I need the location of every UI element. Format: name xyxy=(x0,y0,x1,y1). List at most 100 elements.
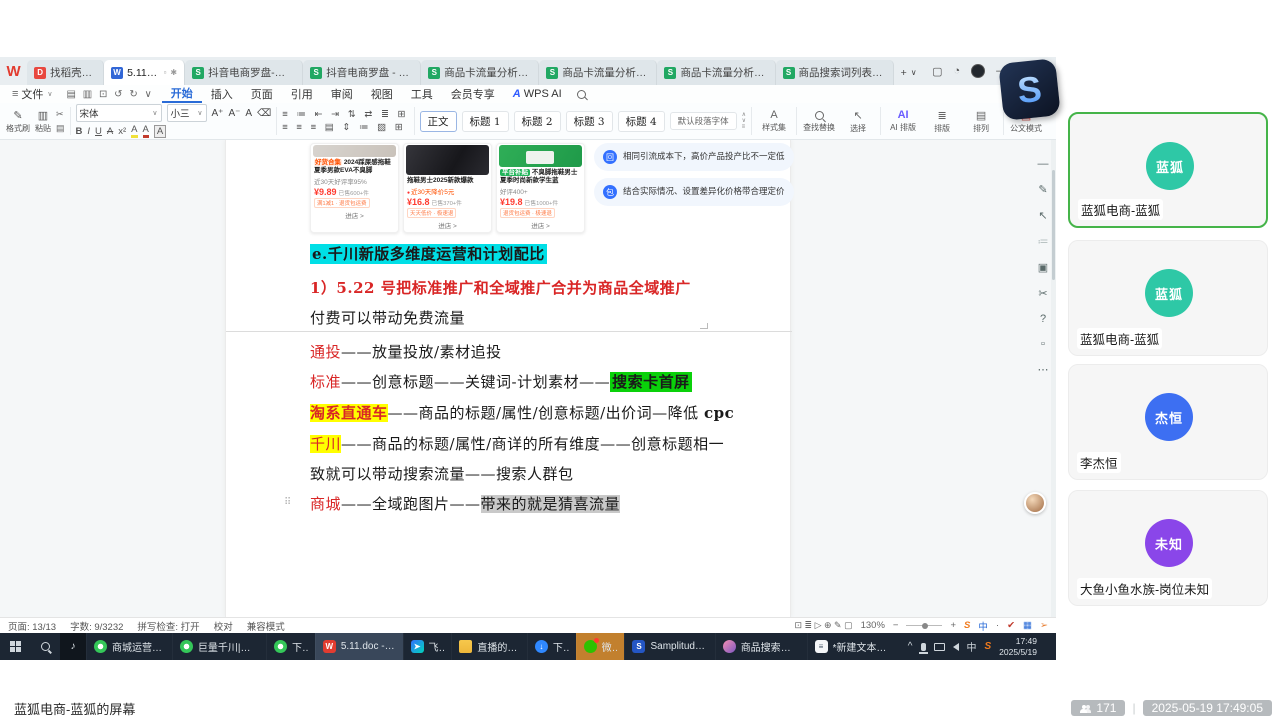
paragraph-icons-row-1[interactable]: ≡ ≔ ⇤ ⇥ ⇅ ⇄ ≣ ⊞ xyxy=(282,109,408,120)
clear-format-button[interactable]: ⌫ xyxy=(257,108,271,119)
menu-insert[interactable]: 插入 xyxy=(202,85,242,103)
participant-tile-4[interactable]: 未知 大鱼小鱼水族-岗位未知 xyxy=(1068,490,1268,606)
paragraph-drag-handle-icon[interactable]: ⠿ xyxy=(284,497,290,508)
character-shading-button[interactable]: A xyxy=(154,125,166,138)
style-heading-4[interactable]: 标题 4 xyxy=(618,111,665,132)
clock[interactable]: 17:49 2025/5/19 xyxy=(999,636,1037,656)
file-menu[interactable]: ≡ 文件 ∨ xyxy=(6,86,59,102)
grow-font-button[interactable]: A⁺ xyxy=(212,108,224,119)
vertical-scrollbar[interactable] xyxy=(1051,140,1056,617)
product-card-2[interactable]: 拖鞋男士2025新款爆款 近30天降价5元 ¥16.8已售370+件 天天低价 … xyxy=(403,143,492,233)
typeset-button[interactable]: ≣ 排版 xyxy=(925,109,959,134)
quick-access-icons[interactable]: ▤ ▥ ⊡ ↺ ↻ ∨ xyxy=(59,89,162,100)
settings-icon[interactable]: ≔ xyxy=(1038,235,1049,248)
menu-wps-ai[interactable]: A WPS AI xyxy=(504,88,571,100)
tab-layout-icon[interactable]: ▢ xyxy=(932,65,942,78)
style-heading-1[interactable]: 标题 1 xyxy=(462,111,509,132)
arrange-button[interactable]: ▤ 排列 xyxy=(964,109,998,134)
word-count[interactable]: 字数: 9/3232 xyxy=(70,619,123,633)
menu-tools[interactable]: 工具 xyxy=(402,85,442,103)
scissors-icon[interactable]: ✂ xyxy=(1038,287,1047,300)
enter-shop-link[interactable]: 进店 > xyxy=(314,210,395,220)
superscript-button[interactable]: x² xyxy=(118,126,126,137)
enter-shop-link[interactable]: 进店 > xyxy=(500,220,581,230)
menu-reference[interactable]: 引用 xyxy=(282,85,322,103)
ime-indicator-icon[interactable]: 中 xyxy=(978,619,988,633)
underline-button[interactable]: U xyxy=(95,126,102,137)
tab-sheet-6[interactable]: S 商品搜索词列表_统计... xyxy=(776,60,894,85)
menu-page[interactable]: 页面 xyxy=(242,85,282,103)
document-page[interactable]: 好货合集 2024踩屎感拖鞋夏季男款EVA不臭脚 近30天好评率95% ¥9.8… xyxy=(225,140,791,617)
start-button[interactable] xyxy=(0,633,30,660)
style-heading-2[interactable]: 标题 2 xyxy=(514,111,561,132)
ai-typeset-button[interactable]: AI AI 排版 xyxy=(886,109,920,133)
crop-icon[interactable]: ▫ xyxy=(1041,338,1045,350)
participant-tile-1[interactable]: 蓝狐 蓝狐电商-蓝狐 xyxy=(1068,112,1268,228)
text-effect-button[interactable]: A xyxy=(245,108,252,119)
check-icon[interactable]: ✔ xyxy=(1007,620,1015,631)
font-name-select[interactable]: 宋体 ∨ xyxy=(76,104,162,122)
taskbar-item-search-words[interactable]: 商品搜索词统... xyxy=(715,633,807,660)
taskbar-item-wps-doc[interactable]: W 5.11.doc - W... xyxy=(315,633,403,660)
zoom-slider[interactable] xyxy=(906,625,942,626)
taskbar-item-notepad[interactable]: ≡ *新建文本文档... xyxy=(807,633,902,660)
volume-icon[interactable] xyxy=(953,643,959,651)
account-avatar[interactable] xyxy=(971,64,985,78)
tab-sheet-3[interactable]: S 商品卡流量分析流量来源 xyxy=(421,60,539,85)
taskbar-item-samplitude[interactable]: S Samplitude P... xyxy=(624,633,714,660)
bold-button[interactable]: B xyxy=(76,126,83,137)
pen-icon[interactable]: ✎ xyxy=(1038,183,1047,196)
wps-logo-icon[interactable]: W xyxy=(0,57,27,85)
tab-docer[interactable]: D 找稻壳模板 xyxy=(27,60,104,85)
participant-tile-2[interactable]: 蓝狐 蓝狐电商-蓝狐 xyxy=(1068,240,1268,356)
collapse-icon[interactable]: — xyxy=(1038,158,1049,170)
tab-sheet-4[interactable]: S 商品卡流量分析流量来... xyxy=(539,60,657,85)
tab-doc-active[interactable]: W 5.11.doc ▫ ✱ xyxy=(104,60,185,85)
search-icon[interactable] xyxy=(577,90,586,99)
grid-icon[interactable]: ▦ xyxy=(1023,620,1032,631)
taskbar-item-download-1[interactable]: 下载 xyxy=(266,633,315,660)
copy-icon[interactable]: ▤ xyxy=(56,123,65,134)
select-button[interactable]: ↖ 选择 xyxy=(841,109,875,134)
taskbar-item-browser-1[interactable]: 商城运营分-... xyxy=(86,633,172,660)
paste-button[interactable]: ▥ 粘贴 xyxy=(35,109,51,134)
zoom-in-button[interactable]: + xyxy=(950,620,956,631)
spellcheck-status[interactable]: 拼写检查: 打开 xyxy=(137,619,199,633)
tab-pin-icon[interactable]: ▫ xyxy=(164,68,167,77)
product-card-1[interactable]: 好货合集 2024踩屎感拖鞋夏季男款EVA不臭脚 近30天好评率95% ¥9.8… xyxy=(310,143,399,233)
format-painter-button[interactable]: ✎ 格式刷 xyxy=(6,109,30,134)
style-body[interactable]: 正文 xyxy=(420,111,457,132)
menu-review[interactable]: 审阅 xyxy=(322,85,362,103)
find-replace-button[interactable]: 查找替换 xyxy=(802,109,836,133)
tab-sheet-5[interactable]: S 商品卡流量分析汇总-... xyxy=(657,60,775,85)
more-tabs-icon[interactable]: ∨ xyxy=(911,68,917,77)
zoom-out-button[interactable]: − xyxy=(893,620,899,631)
style-heading-3[interactable]: 标题 3 xyxy=(566,111,613,132)
sunlogin-icon[interactable]: S xyxy=(985,641,992,652)
proofread-button[interactable]: 校对 xyxy=(214,619,233,633)
skin-icon[interactable]: ◔ xyxy=(954,65,961,77)
enter-shop-link[interactable]: 进店 > xyxy=(407,220,488,230)
tray-expand-icon[interactable]: ^ xyxy=(908,641,913,652)
menu-member[interactable]: 会员专享 xyxy=(442,85,504,103)
sunlogin-tray-icon[interactable]: S xyxy=(964,620,970,631)
shrink-font-button[interactable]: A⁻ xyxy=(228,108,240,119)
view-mode-icons[interactable]: ⊡ ≣ ▷ ⊕ ✎ ▢ xyxy=(795,620,853,631)
strikethrough-button[interactable]: A xyxy=(107,126,113,137)
send-icon[interactable]: ➢ xyxy=(1040,620,1048,631)
font-color-button[interactable]: A xyxy=(143,124,149,138)
display-icon[interactable] xyxy=(934,643,945,651)
style-set-button[interactable]: A 样式集 xyxy=(757,109,791,133)
presenter-camera-avatar[interactable] xyxy=(1024,492,1046,514)
style-default-font[interactable]: 默认段落字体 xyxy=(670,112,737,130)
new-tab-button[interactable]: + ∨ xyxy=(894,60,922,85)
mic-icon[interactable] xyxy=(921,643,926,651)
menu-view[interactable]: 视图 xyxy=(362,85,402,103)
taskbar-douyin-button[interactable]: ♪ xyxy=(60,633,86,660)
document-area[interactable]: 好货合集 2024踩屎感拖鞋夏季男款EVA不臭脚 近30天好评率95% ¥9.8… xyxy=(0,140,1056,617)
product-card-3[interactable]: 平台补贴 不臭脚拖鞋男士夏季时尚新款学生蓝 好评400+ ¥19.8已售1000… xyxy=(496,143,585,233)
taskbar-item-qianchuan[interactable]: 巨量千川|巨量... xyxy=(172,633,266,660)
participant-tile-3[interactable]: 杰恒 李杰恒 xyxy=(1068,364,1268,480)
italic-button[interactable]: I xyxy=(87,126,90,137)
menu-home[interactable]: 开始 xyxy=(162,85,202,103)
